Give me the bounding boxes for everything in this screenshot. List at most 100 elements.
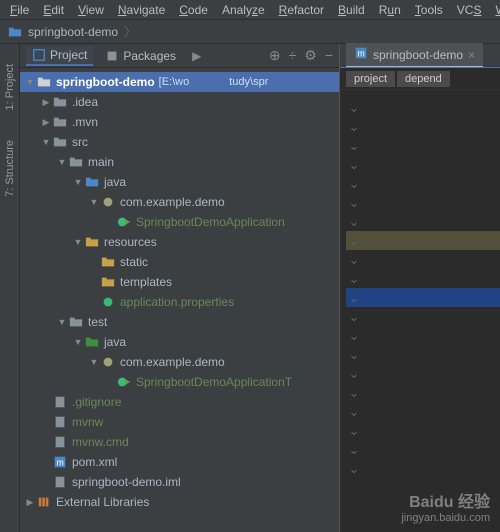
tree-item-label: External Libraries: [56, 495, 149, 509]
spring-config-icon: [100, 295, 116, 309]
package-icon: [100, 195, 116, 209]
folder-icon: [68, 315, 84, 329]
expand-icon[interactable]: [88, 357, 100, 367]
hide-icon[interactable]: −: [325, 47, 333, 64]
folder-icon: [100, 275, 116, 289]
tree-idea[interactable]: .idea: [20, 92, 339, 112]
svg-text:m: m: [57, 458, 64, 468]
editor-tab[interactable]: m springboot-demo ×: [346, 43, 483, 67]
menu-vcs[interactable]: VCS: [451, 1, 488, 19]
expand-icon[interactable]: [56, 157, 68, 167]
menu-edit[interactable]: Edit: [37, 1, 70, 19]
tree-mvnw-cmd[interactable]: mvnw.cmd: [20, 432, 339, 452]
tab-project-vertical[interactable]: 1: Project: [4, 64, 16, 110]
tree-pkg[interactable]: com.example.demo: [20, 192, 339, 212]
menu-window[interactable]: Wi: [489, 1, 500, 19]
maven-icon: m: [354, 46, 368, 63]
tree-templates[interactable]: templates: [20, 272, 339, 292]
tree-root[interactable]: springboot-demo [E:\wo tudy\spr: [20, 72, 339, 92]
menu-run[interactable]: Run: [373, 1, 407, 19]
maven-icon: m: [52, 455, 68, 469]
tree-test-pkg[interactable]: com.example.demo: [20, 352, 339, 372]
menu-bar: File Edit View Navigate Code Analyze Ref…: [0, 0, 500, 20]
scroll-icon[interactable]: ÷: [289, 47, 297, 64]
menu-navigate[interactable]: Navigate: [112, 1, 171, 19]
tree-iml[interactable]: springboot-demo.iml: [20, 472, 339, 492]
project-tree[interactable]: springboot-demo [E:\wo tudy\spr .idea .m…: [20, 68, 339, 532]
bc-depend[interactable]: depend: [397, 71, 450, 87]
java-class-run-icon: [116, 375, 132, 389]
expand-icon[interactable]: [40, 117, 52, 128]
tree-app-props[interactable]: application.properties: [20, 292, 339, 312]
project-icon: [32, 48, 46, 62]
menu-view[interactable]: View: [72, 1, 110, 19]
tree-item-label: mvnw: [72, 415, 103, 429]
tree-pom[interactable]: m pom.xml: [20, 452, 339, 472]
tree-resources[interactable]: resources: [20, 232, 339, 252]
expand-icon[interactable]: [72, 177, 84, 187]
menu-file[interactable]: File: [4, 1, 35, 19]
tree-item-label: com.example.demo: [120, 355, 225, 369]
module-file-icon: [52, 475, 68, 489]
tree-item-label: springboot-demo.iml: [72, 475, 181, 489]
expand-icon[interactable]: [24, 497, 36, 508]
tree-item-label: resources: [104, 235, 157, 249]
collapse-icon[interactable]: ⊕: [269, 47, 281, 64]
editor-area: m springboot-demo × project depend ⌄ ⌄ ⌄…: [340, 44, 500, 532]
resources-folder-icon: [84, 235, 100, 249]
file-icon: [52, 395, 68, 409]
tab-packages[interactable]: Packages: [99, 47, 182, 65]
chevron-right-icon: 〉: [124, 23, 136, 40]
tree-item-label: mvnw.cmd: [72, 435, 129, 449]
breadcrumb-project[interactable]: springboot-demo: [28, 25, 118, 39]
tab-structure-vertical[interactable]: 7: Structure: [4, 140, 16, 197]
menu-refactor[interactable]: Refactor: [273, 1, 330, 19]
expand-icon[interactable]: [56, 317, 68, 327]
code-editor[interactable]: ⌄ ⌄ ⌄ ⌄ ⌄ ⌄ ⌄ ⌄ ⌄ ⌄ ⌄ ⌄ ⌄ ⌄ ⌄: [340, 90, 500, 532]
menu-tools[interactable]: Tools: [409, 1, 449, 19]
tree-item-label: .idea: [72, 95, 98, 109]
expand-icon[interactable]: [24, 77, 36, 87]
expand-icon[interactable]: [40, 137, 52, 147]
tree-main[interactable]: main: [20, 152, 339, 172]
project-panel-tabs: Project Packages ▶ ⊕ ÷ ⚙ −: [20, 44, 339, 68]
tree-mvn[interactable]: .mvn: [20, 112, 339, 132]
tree-gitignore[interactable]: .gitignore: [20, 392, 339, 412]
java-class-run-icon: [116, 215, 132, 229]
folder-icon: [52, 135, 68, 149]
project-tool-window: Project Packages ▶ ⊕ ÷ ⚙ − springboot-de…: [20, 44, 340, 532]
tree-item-label: test: [88, 315, 107, 329]
svg-text:m: m: [358, 49, 365, 59]
close-icon[interactable]: ×: [468, 48, 475, 62]
tree-test[interactable]: test: [20, 312, 339, 332]
tree-src[interactable]: src: [20, 132, 339, 152]
tree-item-label: com.example.demo: [120, 195, 225, 209]
tree-root-label: springboot-demo: [56, 75, 155, 89]
source-folder-icon: [84, 175, 100, 189]
expand-icon[interactable]: [40, 97, 52, 108]
tree-test-class[interactable]: SpringbootDemoApplicationT: [20, 372, 339, 392]
tree-item-label: src: [72, 135, 88, 149]
expand-icon[interactable]: [72, 237, 84, 247]
bc-project[interactable]: project: [346, 71, 395, 87]
tree-app-class[interactable]: SpringbootDemoApplication: [20, 212, 339, 232]
editor-tab-label: springboot-demo: [373, 48, 463, 62]
gear-icon[interactable]: ⚙: [304, 47, 317, 64]
tab-packages-label: Packages: [123, 49, 176, 63]
expand-icon[interactable]: [72, 337, 84, 347]
tree-test-java[interactable]: java: [20, 332, 339, 352]
folder-icon: [68, 155, 84, 169]
tree-item-label: pom.xml: [72, 455, 117, 469]
tree-mvnw[interactable]: mvnw: [20, 412, 339, 432]
tree-ext-lib[interactable]: External Libraries: [20, 492, 339, 512]
expand-icon[interactable]: [88, 197, 100, 207]
tab-project[interactable]: Project: [26, 46, 93, 66]
menu-analyze[interactable]: Analyze: [216, 1, 271, 19]
tree-java[interactable]: java: [20, 172, 339, 192]
menu-build[interactable]: Build: [332, 1, 371, 19]
menu-code[interactable]: Code: [173, 1, 214, 19]
tree-static[interactable]: static: [20, 252, 339, 272]
tree-item-label: java: [104, 175, 126, 189]
tree-item-label: .gitignore: [72, 395, 121, 409]
chevron-right-icon[interactable]: ▶: [192, 49, 201, 63]
